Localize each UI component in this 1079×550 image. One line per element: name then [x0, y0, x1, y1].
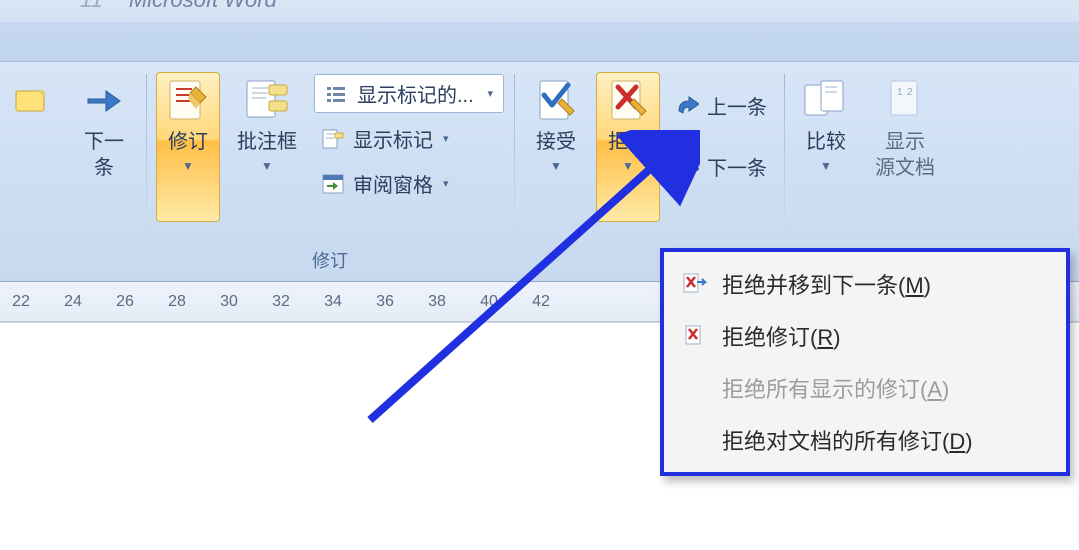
- track-changes-label: 修订: [168, 129, 208, 155]
- ruler-tick: 34: [320, 293, 346, 311]
- show-source-button[interactable]: 12 显示 源文档: [866, 72, 944, 222]
- svg-text:2: 2: [907, 87, 913, 98]
- compare-button[interactable]: 比较 ▼: [794, 72, 858, 222]
- menu-item-reject-and-next[interactable]: 拒绝并移到下一条(M): [664, 258, 1066, 310]
- track-changes-icon: [165, 77, 211, 123]
- reject-icon: [605, 77, 651, 123]
- ruler-tick: 40: [476, 293, 502, 311]
- arrow-up-right-icon: [675, 94, 699, 118]
- menu-item-label: 拒绝并移到下一条(M): [722, 268, 931, 300]
- reject-icon: [682, 323, 708, 349]
- display-for-review-dropdown[interactable]: 显示标记的... ▾: [314, 74, 504, 113]
- group-tracking-label: 修订: [312, 247, 348, 279]
- chevron-down-icon: ▾: [443, 177, 449, 190]
- display-for-review-label: 显示标记的...: [357, 79, 474, 108]
- markup-icon: [321, 127, 345, 151]
- tracking-options-list: 显示标记的... ▾ 显示标记 ▾ 审阅窗格 ▾: [314, 72, 504, 203]
- group-changes-label: [646, 252, 651, 279]
- menu-item-reject-all[interactable]: 拒绝对文档的所有修订(D): [664, 414, 1066, 466]
- accept-button[interactable]: 接受 ▼: [524, 72, 588, 222]
- chevron-down-icon: ▼: [622, 159, 634, 173]
- accept-label: 接受: [536, 129, 576, 155]
- note-icon: [9, 77, 55, 123]
- show-source-label: 显示 源文档: [875, 129, 935, 181]
- reviewing-pane-label: 审阅窗格: [353, 169, 433, 198]
- source-doc-icon: 12: [882, 77, 928, 123]
- title-bar: 11 Microsoft Word: [0, 0, 1079, 22]
- next-change-label: 下一条: [707, 152, 767, 181]
- balloons-label: 批注框: [237, 129, 297, 155]
- prev-unknown-button[interactable]: [0, 72, 64, 222]
- arrow-right-icon: [81, 77, 127, 123]
- reject-dropdown-menu: 拒绝并移到下一条(M) 拒绝修订(R) 拒绝所有显示的修订(A) 拒绝对文档的所…: [660, 248, 1070, 476]
- reject-button[interactable]: 拒绝 ▼: [596, 72, 660, 222]
- chevron-down-icon: ▼: [820, 159, 832, 173]
- blank-icon: [682, 375, 708, 401]
- reject-label: 拒绝: [608, 129, 648, 155]
- ruler-tick: 32: [268, 293, 294, 311]
- nav-change-list: 上一条 下一条: [668, 72, 774, 186]
- ruler-tick: 36: [372, 293, 398, 311]
- svg-text:1: 1: [897, 87, 903, 98]
- ruler-tick: 22: [8, 293, 34, 311]
- pane-icon: [321, 172, 345, 196]
- chevron-down-icon: ▾: [443, 132, 449, 145]
- compare-icon: [803, 77, 849, 123]
- track-changes-button[interactable]: 修订 ▼: [156, 72, 220, 222]
- accept-icon: [533, 77, 579, 123]
- ruler-tick: 30: [216, 293, 242, 311]
- reviewing-pane-button[interactable]: 审阅窗格 ▾: [314, 164, 504, 203]
- menu-item-reject-all-shown: 拒绝所有显示的修订(A): [664, 362, 1066, 414]
- menu-item-label: 拒绝对文档的所有修订(D): [722, 424, 973, 456]
- next-comment-button[interactable]: 下一 条: [72, 72, 136, 222]
- compare-label: 比较: [806, 129, 846, 155]
- show-markup-button[interactable]: 显示标记 ▾: [314, 119, 504, 158]
- ribbon-tab-strip: [0, 22, 1079, 62]
- menu-item-label: 拒绝所有显示的修订(A): [722, 372, 949, 404]
- chevron-down-icon: ▼: [261, 159, 273, 173]
- list-icon: [325, 82, 349, 106]
- reject-next-icon: [682, 271, 708, 297]
- arrow-down-right-icon: [675, 155, 699, 179]
- ruler-tick: 28: [164, 293, 190, 311]
- show-markup-label: 显示标记: [353, 124, 433, 153]
- balloons-icon: [244, 77, 290, 123]
- ruler-tick: 24: [60, 293, 86, 311]
- previous-change-button[interactable]: 上一条: [668, 86, 774, 125]
- chevron-down-icon: ▼: [182, 159, 194, 173]
- group-comments-fragment: 下一 条: [0, 68, 146, 281]
- chevron-down-icon: ▼: [550, 159, 562, 173]
- group-label-spacer: [65, 252, 70, 279]
- blank-icon: [682, 427, 708, 453]
- previous-change-label: 上一条: [707, 91, 767, 120]
- group-tracking: 修订 ▼ 批注框 ▼ 显示标记的... ▾: [146, 68, 514, 281]
- menu-item-reject-change[interactable]: 拒绝修订(R): [664, 310, 1066, 362]
- ruler-tick: 26: [112, 293, 138, 311]
- chevron-down-icon: ▾: [487, 87, 493, 100]
- ruler-tick: 42: [528, 293, 554, 311]
- next-change-button[interactable]: 下一条: [668, 147, 774, 186]
- next-comment-label: 下一 条: [84, 129, 124, 181]
- balloons-button[interactable]: 批注框 ▼: [228, 72, 306, 222]
- ruler-tick: 38: [424, 293, 450, 311]
- menu-item-label: 拒绝修订(R): [722, 320, 841, 352]
